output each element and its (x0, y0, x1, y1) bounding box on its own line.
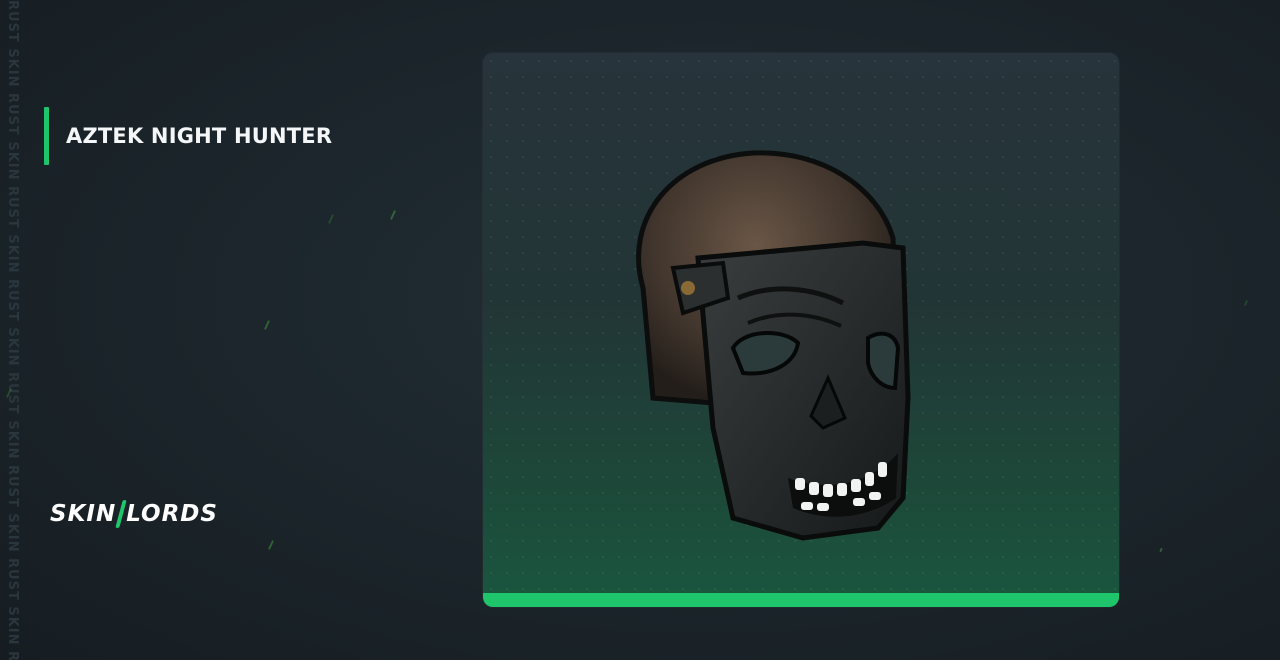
item-title: AZTEK NIGHT HUNTER (66, 124, 333, 148)
brand-logo: SKIN LORDS (50, 500, 218, 528)
brand-logo-left: SKIN (50, 501, 117, 527)
title-accent-bar (44, 107, 49, 165)
speck (263, 320, 271, 330)
side-watermark: RUST SKIN RUST SKIN RUST SKIN RUST SKIN … (5, 0, 20, 660)
item-title-block: AZTEK NIGHT HUNTER (44, 107, 332, 165)
brand-logo-right: LORDS (126, 501, 218, 527)
speck (389, 210, 397, 220)
speck (267, 540, 275, 550)
rarity-bar (483, 593, 1119, 607)
speck (1159, 547, 1163, 553)
aztek-mask-icon (636, 150, 911, 541)
item-preview-card (483, 53, 1119, 607)
speck (327, 214, 335, 224)
speck (1243, 299, 1249, 307)
